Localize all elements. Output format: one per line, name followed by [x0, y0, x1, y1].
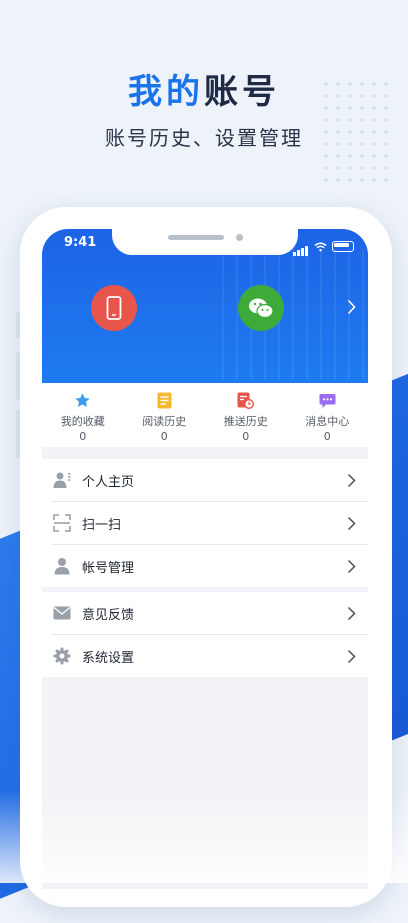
phone-login-button[interactable] [91, 285, 137, 331]
menu-item-account-management[interactable]: 帐号管理 [52, 545, 368, 587]
stat-label: 推送历史 [223, 415, 268, 428]
stat-count: 0 [323, 430, 331, 443]
wifi-icon [314, 242, 327, 251]
mail-icon [52, 603, 72, 623]
menu-item-feedback[interactable]: 意见反馈 [52, 592, 368, 635]
scan-icon [52, 513, 72, 533]
hero-subtitle: 账号历史、设置管理 [105, 126, 303, 150]
hero-title: 我的账号 [128, 72, 280, 112]
menu-group-system: 意见反馈 系统设置 [42, 592, 368, 677]
phone-notch [112, 229, 298, 255]
menu-item-label: 意见反馈 [82, 607, 135, 623]
stat-push-history[interactable]: 推送历史 0 [205, 383, 287, 447]
status-time: 9:41 [64, 235, 97, 250]
stat-label: 阅读历史 [142, 415, 187, 428]
battery-icon [332, 241, 354, 252]
profile-card-icon [52, 470, 72, 490]
stat-count: 0 [242, 430, 250, 443]
chevron-right-icon [347, 473, 356, 487]
gear-icon [52, 646, 72, 666]
camera [236, 234, 243, 241]
menu-item-profile[interactable]: 个人主页 [52, 459, 368, 502]
menu-item-scan[interactable]: 扫一扫 [52, 502, 368, 545]
message-icon [319, 392, 336, 409]
stat-label: 我的收藏 [60, 415, 105, 428]
menu-item-label: 个人主页 [82, 474, 135, 490]
chevron-right-icon [347, 606, 356, 620]
wechat-login-button[interactable] [238, 285, 284, 331]
stat-label: 消息中心 [305, 415, 350, 428]
chevron-right-icon[interactable] [347, 299, 356, 315]
status-icons [293, 237, 354, 256]
mobile-phone-icon [106, 296, 122, 320]
user-icon [52, 556, 72, 576]
menu-group-account: 个人主页 扫一扫 帐号管理 [42, 459, 368, 587]
chevron-right-icon [347, 516, 356, 530]
menu-item-label: 帐号管理 [82, 560, 135, 576]
chevron-right-icon [347, 559, 356, 573]
menu-item-label: 扫一扫 [82, 517, 122, 533]
stat-reading-history[interactable]: 阅读历史 0 [124, 383, 206, 447]
menu-item-system-settings[interactable]: 系统设置 [52, 635, 368, 677]
stat-favorites[interactable]: 我的收藏 0 [42, 383, 124, 447]
star-icon [74, 392, 91, 409]
chevron-right-icon [347, 649, 356, 663]
speaker [168, 235, 224, 240]
profile-header: 9:41 [42, 229, 368, 383]
document-icon [156, 392, 173, 409]
stat-message-center[interactable]: 消息中心 0 [287, 383, 369, 447]
signal-icon [293, 237, 309, 256]
phone-screen: 9:41 我的收藏 0 阅读历史 0 推送历史 0 消息中心 0 个人主页 扫一… [42, 229, 368, 889]
menu-item-label: 系统设置 [82, 650, 135, 666]
stat-count: 0 [79, 430, 87, 443]
stats-bar: 我的收藏 0 阅读历史 0 推送历史 0 消息中心 0 [42, 383, 368, 447]
stat-count: 0 [160, 430, 168, 443]
wechat-icon [249, 298, 274, 319]
push-history-icon [237, 392, 255, 409]
